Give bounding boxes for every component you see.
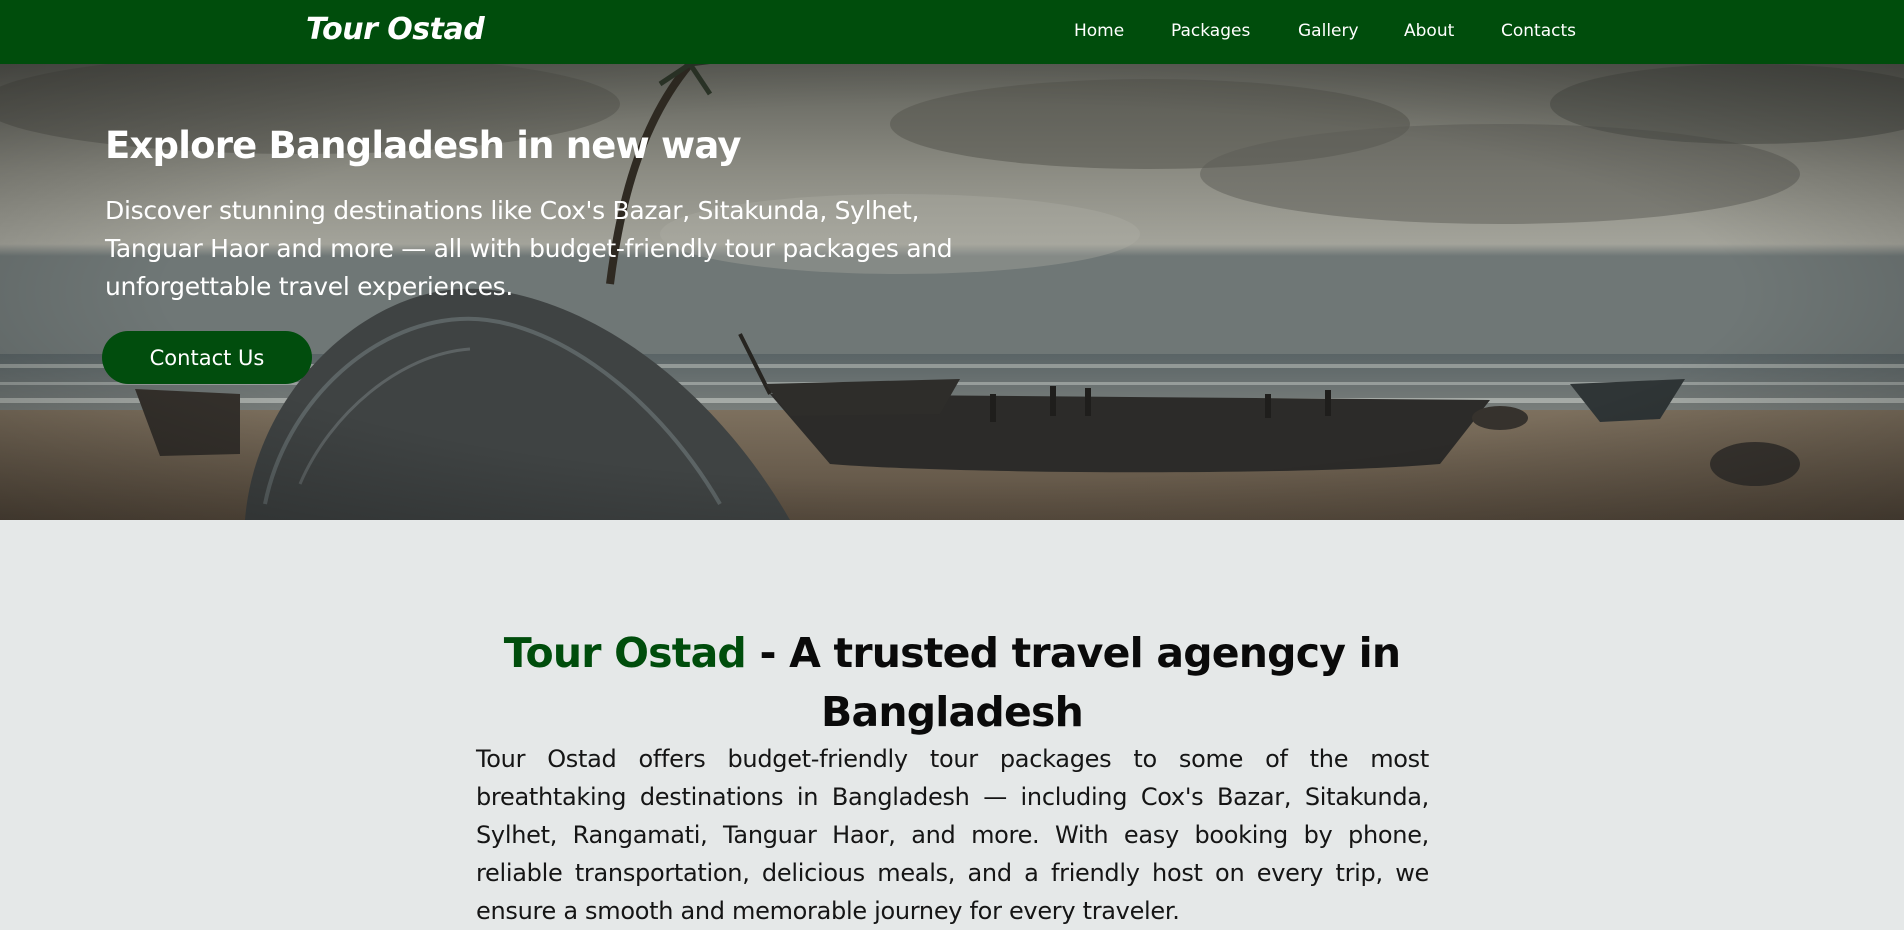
about-title-brand: Tour Ostad [503,629,747,677]
hero-description: Discover stunning destinations like Cox'… [105,196,953,301]
hero-banner: Explore Bangladesh in new way Discover s… [0,64,1904,520]
about-description: Tour Ostad offers budget-friendly tour p… [476,745,1429,925]
about-title-tagline: - A trusted travel agengcy in Bangladesh [745,629,1401,736]
nav-link-packages[interactable]: Packages [1171,21,1250,41]
nav-link-gallery[interactable]: Gallery [1298,21,1359,41]
nav-link-about[interactable]: About [1404,21,1454,41]
hero-title: Explore Bangladesh in new way [105,124,742,167]
about-title: Tour Ostad - A trusted travel agengcy in… [440,624,1464,742]
contact-us-button[interactable]: Contact Us [102,331,312,384]
top-navbar: Tour Ostad Home Packages Gallery About C… [0,0,1904,64]
nav-link-home[interactable]: Home [1074,21,1124,41]
about-section: Tour Ostad - A trusted travel agengcy in… [0,520,1904,925]
nav-menu: Home Packages Gallery About Contacts [0,21,1904,43]
nav-link-contacts[interactable]: Contacts [1501,21,1576,41]
